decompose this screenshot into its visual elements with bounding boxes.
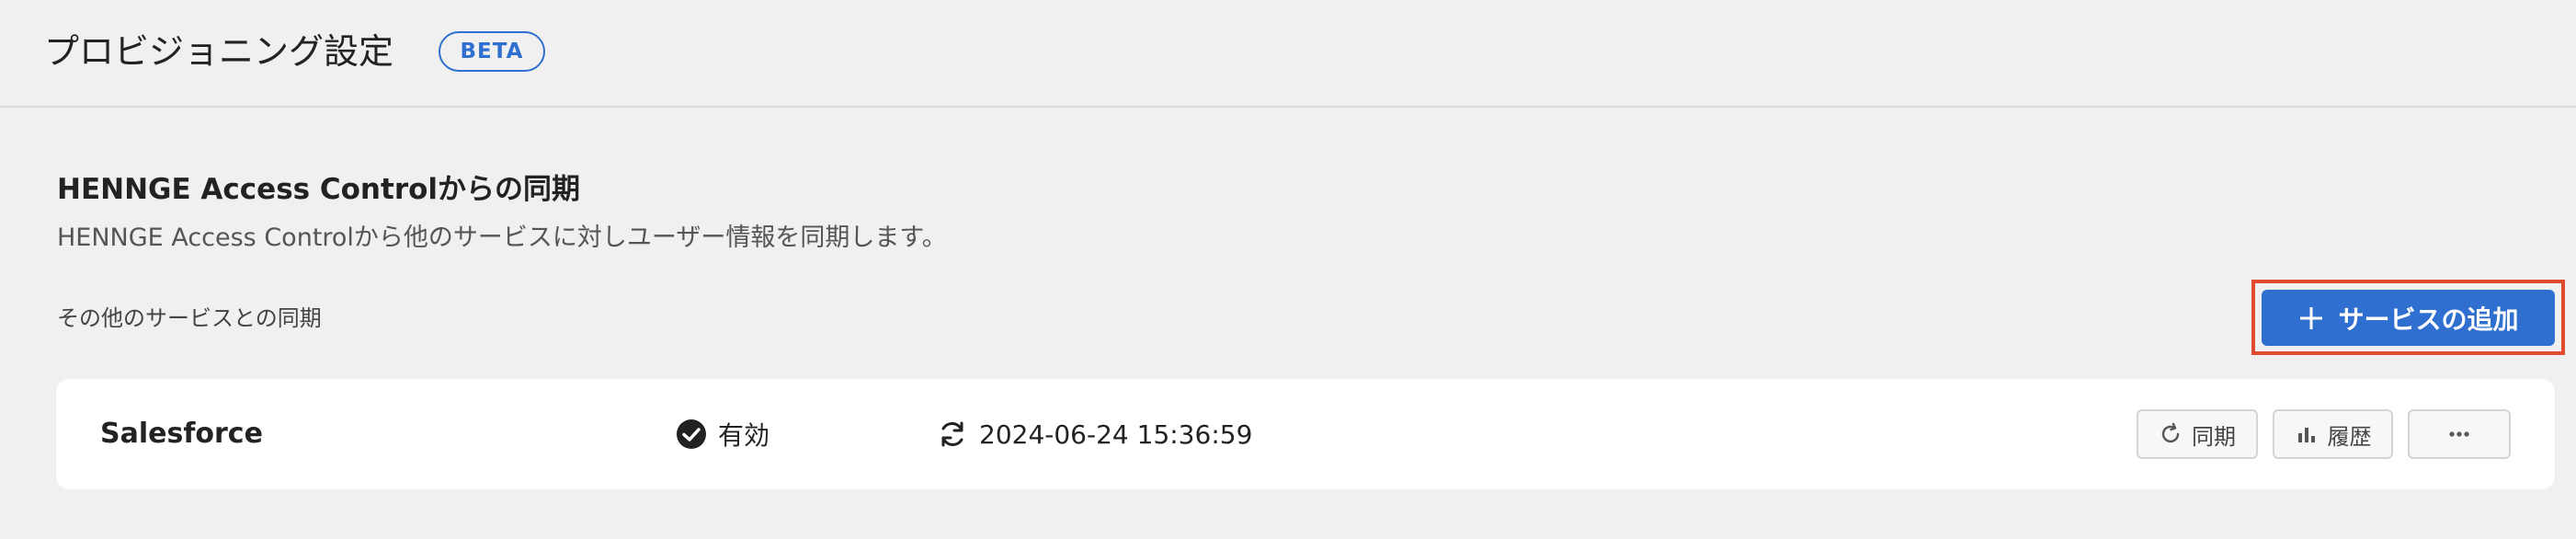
add-service-button[interactable]: サービスの追加 bbox=[2262, 290, 2555, 346]
more-horizontal-icon bbox=[2447, 422, 2471, 446]
beta-badge: BETA bbox=[439, 31, 545, 72]
section-description: HENNGE Access Controlから他のサービスに対しユーザー情報を同… bbox=[57, 224, 947, 252]
sync-button-label: 同期 bbox=[2192, 423, 2236, 450]
last-sync-value: 2024-06-24 15:36:59 bbox=[979, 419, 1253, 450]
service-status: 有効 bbox=[676, 414, 769, 454]
service-name: Salesforce bbox=[100, 418, 263, 450]
service-status-label: 有効 bbox=[718, 420, 770, 451]
page-header: プロビジョニング設定 BETA bbox=[0, 0, 2576, 108]
history-button[interactable]: 履歴 bbox=[2273, 409, 2393, 459]
sync-button[interactable]: 同期 bbox=[2137, 409, 2258, 459]
last-sync-time: 2024-06-24 15:36:59 bbox=[937, 414, 1252, 454]
refresh-icon bbox=[2159, 422, 2183, 446]
page-title: プロビジョニング設定 bbox=[44, 31, 394, 72]
more-actions-button[interactable] bbox=[2408, 409, 2511, 459]
bar-chart-icon bbox=[2295, 422, 2319, 446]
plus-icon bbox=[2297, 304, 2325, 332]
add-service-label: サービスの追加 bbox=[2338, 304, 2519, 335]
check-circle-icon bbox=[676, 419, 707, 450]
sync-services-label: その他のサービスとの同期 bbox=[57, 305, 322, 331]
service-row: Salesforce 有効 2024-06-24 15:36:59 同期 履歴 bbox=[56, 379, 2555, 489]
history-button-label: 履歴 bbox=[2327, 423, 2372, 450]
sync-icon bbox=[937, 419, 968, 450]
section-title: HENNGE Access Controlからの同期 bbox=[57, 173, 581, 206]
